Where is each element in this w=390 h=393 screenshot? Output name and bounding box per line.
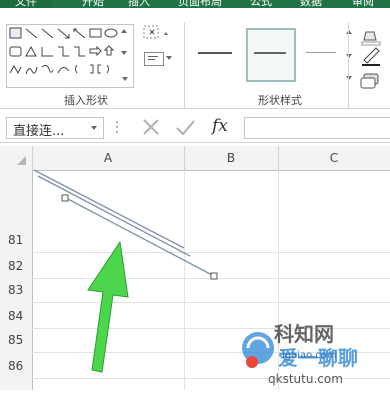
- watermark-domain-top: igaiao.com: [282, 350, 337, 361]
- line-start-handle[interactable]: [61, 194, 69, 202]
- watermark: 科知网 爱一聊聊 igaiao.com qkstutu.com: [238, 318, 390, 390]
- watermark-domain-bottom: qkstutu.com: [268, 372, 343, 386]
- connector-line-upper[interactable]: [33, 169, 185, 249]
- line-end-handle[interactable]: [210, 272, 218, 280]
- green-arrow-icon: [87, 240, 129, 373]
- connector-line-selected[interactable]: [65, 197, 215, 277]
- connector-line-upper-2[interactable]: [37, 175, 191, 257]
